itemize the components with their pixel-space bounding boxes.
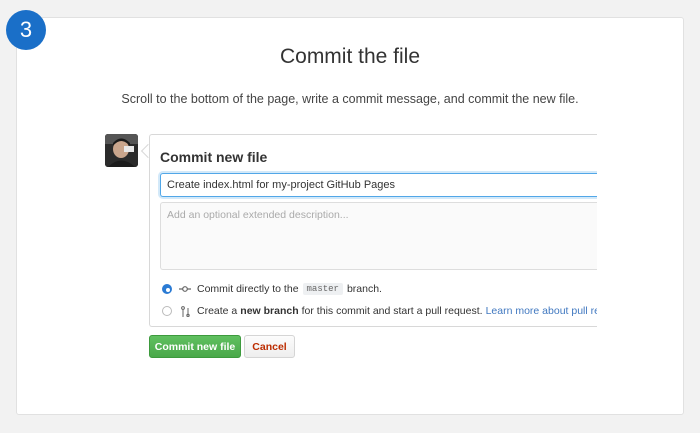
commit-description-textarea[interactable] [160,202,597,270]
avatar-image [105,134,138,167]
commit-panel: Commit new file Commit directly to the m… [149,134,597,327]
new-branch-bold: new branch [240,305,299,317]
new-branch-suffix: for this commit and start a pull request… [301,305,483,317]
step-number-badge: 3 [6,10,46,50]
learn-more-pull-requests-link[interactable]: Learn more about pull reque [486,305,597,317]
cancel-button[interactable]: Cancel [244,335,295,358]
new-branch-option[interactable]: Create a new branch for this commit and … [162,305,597,317]
commit-message-input[interactable] [160,173,597,197]
new-branch-radio[interactable] [162,306,172,316]
commit-direct-radio[interactable] [162,284,172,294]
commit-new-file-button[interactable]: Commit new file [149,335,241,358]
commit-panel-title: Commit new file [160,149,268,165]
branch-name-code: master [302,283,343,295]
new-branch-prefix: Create a [197,305,238,317]
user-avatar [105,134,138,167]
page-subtitle: Scroll to the bottom of the page, write … [121,92,579,106]
git-pull-request-icon [178,305,192,317]
commit-direct-option[interactable]: Commit directly to the master branch. [162,283,382,295]
page-title: Commit the file [279,45,421,68]
commit-direct-suffix: branch. [346,283,382,295]
commit-direct-label: Commit directly to the [197,283,299,295]
git-commit-icon [178,285,192,293]
